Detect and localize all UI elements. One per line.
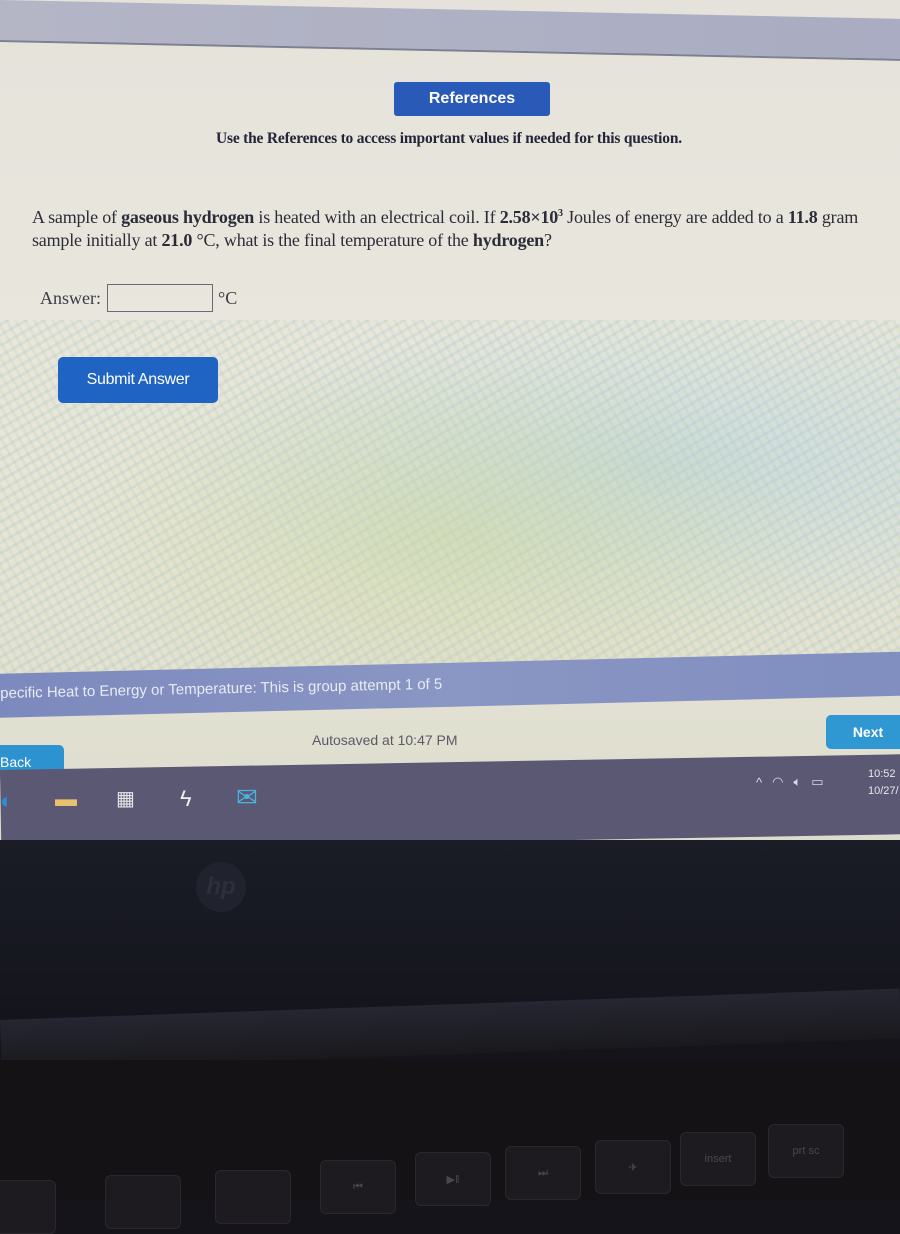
keyboard-key-f8: ▶‖ [415,1152,491,1206]
energy-value: 2.58×10 [499,207,559,227]
hp-logo: hp [196,862,246,912]
references-note: Use the References to access important v… [216,130,682,147]
submit-answer-button[interactable]: Submit Answer [58,357,218,403]
references-button[interactable]: References [394,82,550,116]
initial-temp-value: 21.0 [161,230,193,250]
edge-icon[interactable]: ◐ [0,788,13,814]
question-text: A sample of gaseous hydrogen is heated w… [32,206,892,252]
keyboard-key-f10: ✈ [595,1140,671,1194]
keyboard-key-insert: insert [680,1132,756,1186]
question-part: °C, what is the final temperature of the [192,230,473,250]
answer-unit: °C [218,287,238,308]
question-substance: hydrogen [472,230,544,250]
keyboard-key [215,1170,291,1224]
system-tray: ^ ◠ 🔈︎ ▭ [756,774,824,790]
keyboard-key-f9: ⏭ [505,1146,581,1200]
answer-row: Answer: °C [40,284,237,312]
windows-taskbar [0,753,900,840]
mass-value: 11.8 [787,207,818,227]
battery-icon[interactable]: ▭ [811,774,823,790]
store-icon[interactable]: ▦ [116,786,135,811]
file-explorer-icon[interactable]: ▬ [55,786,77,812]
keyboard-key [0,1180,56,1234]
question-substance: gaseous hydrogen [121,207,255,227]
volume-icon[interactable]: 🔈︎ [793,774,801,790]
answer-input[interactable] [107,284,213,312]
question-part: ? [544,230,552,250]
keyboard-deck: ⏮ ▶‖ ⏭ ✈ insert prt sc [0,1060,900,1234]
question-part: is heated with an electrical coil. If [254,207,500,227]
mail-icon[interactable]: ✉ [236,782,258,813]
next-button[interactable]: Next [826,715,900,749]
bolt-app-icon[interactable]: ϟ [180,786,192,812]
question-part: A sample of [32,207,122,227]
wifi-icon[interactable]: ◠ [772,774,783,790]
keyboard-key [105,1175,181,1229]
autosave-status: Autosaved at 10:47 PM [312,732,458,748]
keyboard-key-prtsc: prt sc [768,1124,844,1178]
chevron-up-icon[interactable]: ^ [756,775,762,790]
screen: References Use the References to access … [0,0,900,840]
question-part: Joules of energy are added to a [562,207,788,227]
clock-time: 10:52 [868,768,896,780]
keyboard-key-f7: ⏮ [320,1160,396,1214]
answer-label: Answer: [40,287,101,308]
taskbar-clock[interactable]: 10:52 10/27/ [868,766,899,800]
browser-top-bar [0,0,900,61]
clock-date: 10/27/ [868,785,899,797]
